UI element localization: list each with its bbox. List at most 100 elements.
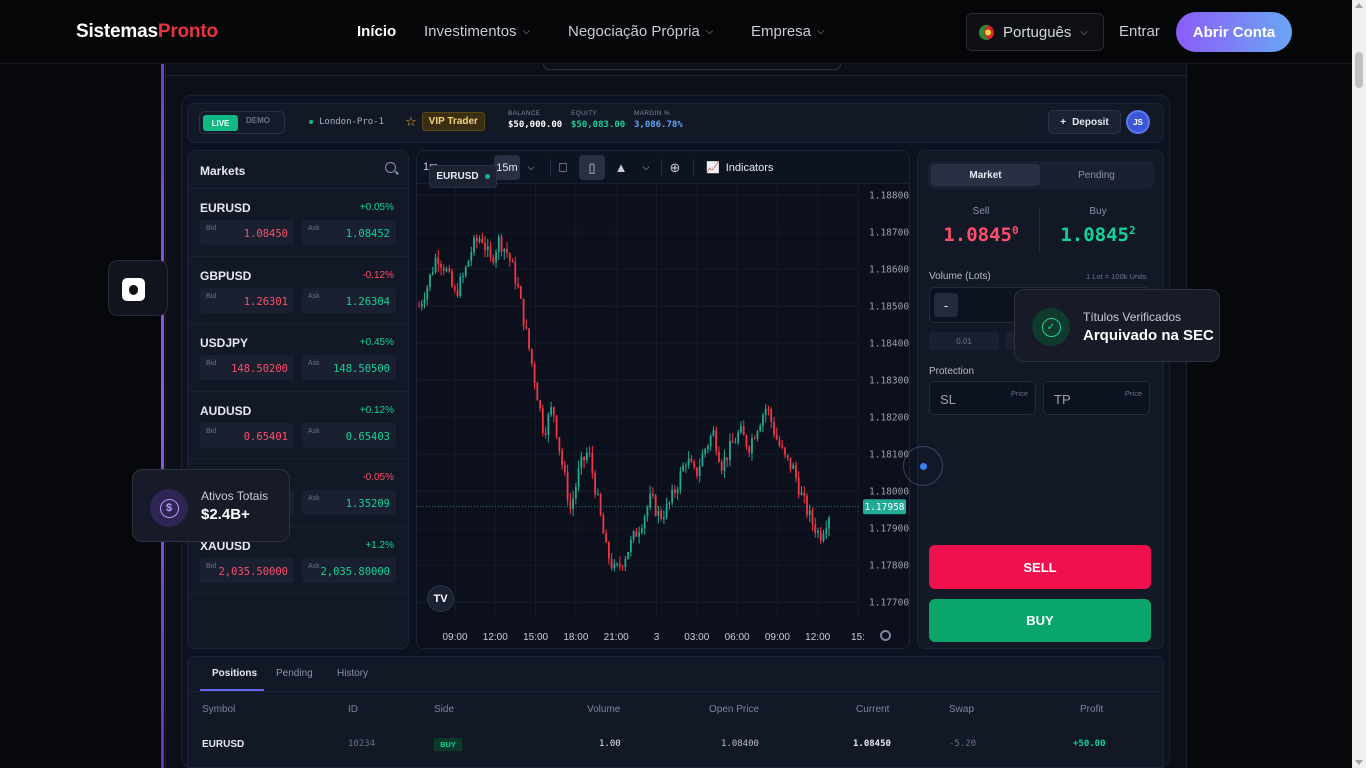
tab-positions[interactable]: Positions bbox=[212, 668, 257, 679]
ask-box[interactable]: Ask 0.65403 bbox=[302, 422, 396, 448]
y-tick-label: 1.18600 bbox=[869, 265, 909, 276]
candle-body bbox=[800, 492, 803, 495]
candle-body bbox=[773, 421, 775, 435]
logo[interactable]: SistemasPronto bbox=[76, 21, 218, 43]
candle-body bbox=[720, 461, 723, 471]
chevron-down-icon[interactable]: ⌵ bbox=[633, 155, 659, 180]
ask-box[interactable]: Ask 148.50500 bbox=[302, 355, 396, 380]
volume-preset-0.01[interactable]: 0.01 bbox=[929, 332, 999, 350]
ask-box[interactable]: Ask 1.08452 bbox=[302, 220, 396, 245]
scroll-thumb[interactable] bbox=[1355, 52, 1363, 88]
nav-negociacao[interactable]: Negociação Própria ⌵ bbox=[568, 23, 713, 40]
tab-pending-orders[interactable]: Pending bbox=[276, 668, 313, 679]
candle-body bbox=[500, 236, 503, 252]
apple-asset-card bbox=[108, 260, 168, 316]
x-tick-label: 12:00 bbox=[805, 632, 830, 643]
candlestick-plot[interactable]: 1.18800 1.18700 1.18600 1.18500 1.18400 1.183… bbox=[417, 184, 910, 649]
x-tick-label: 09:00 bbox=[442, 632, 467, 643]
col-symbol: Symbol bbox=[202, 704, 236, 715]
list-item[interactable]: USDJPY +0.45% Bid 148.50200 Ask 148.50500 bbox=[188, 324, 408, 392]
chevron-down-icon[interactable]: ⌵ bbox=[518, 155, 544, 180]
nav-empresa[interactable]: Empresa ⌵ bbox=[751, 23, 825, 40]
candle-body bbox=[751, 438, 753, 454]
total-assets-card: $ Ativos Totais $2.4B+ bbox=[132, 469, 290, 542]
scroll-down-icon[interactable] bbox=[1355, 760, 1363, 765]
buy-button[interactable]: BUY bbox=[929, 599, 1151, 642]
nav-inicio[interactable]: Início bbox=[357, 23, 396, 40]
candle-body bbox=[704, 449, 707, 454]
candle-body bbox=[508, 253, 511, 261]
list-item[interactable]: EURUSD +0.05% Bid 1.08450 Ask 1.08452 bbox=[188, 189, 408, 257]
candle-body bbox=[506, 248, 508, 254]
ask-box[interactable]: Ask 1.35209 bbox=[302, 490, 396, 515]
col-volume: Volume bbox=[587, 704, 621, 715]
live-option[interactable]: LIVE bbox=[203, 115, 238, 131]
bid-box[interactable]: Bid 2,035.50000 bbox=[200, 557, 294, 583]
live-demo-toggle[interactable]: LIVE DEMO bbox=[199, 111, 285, 134]
candle-chart-icon[interactable]: ▯ bbox=[579, 155, 605, 180]
sell-quote[interactable]: Sell 1.08450 bbox=[926, 206, 1036, 246]
row-current: 1.08450 bbox=[853, 739, 891, 749]
bid-box[interactable]: Bid 1.26301 bbox=[200, 287, 294, 313]
scroll-up-icon[interactable] bbox=[1355, 3, 1363, 8]
candle-body bbox=[486, 246, 489, 251]
chevron-down-icon: ⌵ bbox=[705, 26, 714, 37]
tab-market[interactable]: Market bbox=[931, 164, 1040, 186]
stop-loss-input[interactable]: SL Price bbox=[929, 381, 1036, 415]
candle-body bbox=[682, 465, 685, 472]
candle-body bbox=[707, 445, 709, 450]
candle-body bbox=[654, 495, 657, 516]
login-link[interactable]: Entrar bbox=[1119, 23, 1160, 40]
price-chart[interactable]: 1m 15m ⌵ ⎕ ▯ ▲ ⌵ ⊕ 📈Indicators 1.188001.… bbox=[416, 150, 910, 649]
tradingview-logo-icon[interactable]: TV bbox=[427, 585, 454, 612]
search-icon[interactable] bbox=[385, 162, 396, 173]
candle-body bbox=[811, 510, 814, 525]
positions-divider bbox=[188, 691, 1163, 692]
area-chart-icon[interactable]: ▲ bbox=[608, 155, 634, 180]
market-symbol: GBPUSD bbox=[200, 268, 252, 283]
candle-body bbox=[514, 262, 517, 284]
candle-body bbox=[495, 252, 497, 263]
demo-option[interactable]: DEMO bbox=[246, 116, 270, 125]
tab-history[interactable]: History bbox=[337, 668, 368, 679]
candle-body bbox=[662, 517, 665, 519]
open-account-button[interactable]: Abrir Conta bbox=[1176, 12, 1292, 52]
bid-box[interactable]: Bid 0.65401 bbox=[200, 422, 294, 448]
star-icon: ☆ bbox=[405, 113, 417, 129]
nav-investimentos[interactable]: Investimentos ⌵ bbox=[424, 23, 530, 40]
page-scrollbar[interactable] bbox=[1352, 0, 1366, 768]
bid-box[interactable]: Bid 148.50200 bbox=[200, 355, 294, 380]
gear-icon[interactable] bbox=[880, 630, 891, 641]
timeframe-15m[interactable]: 15m bbox=[494, 155, 520, 180]
buy-quote[interactable]: Buy 1.08452 bbox=[1043, 206, 1153, 246]
dollar-icon: $ bbox=[150, 489, 188, 527]
take-profit-input[interactable]: TP Price bbox=[1043, 381, 1150, 415]
x-tick-label: 18:00 bbox=[563, 632, 588, 643]
decrease-volume-button[interactable]: - bbox=[934, 293, 958, 317]
row-open-price: 1.08400 bbox=[721, 739, 759, 749]
candle-body bbox=[431, 272, 434, 275]
ask-box[interactable]: Ask 2,035.80000 bbox=[302, 557, 396, 583]
tab-pending[interactable]: Pending bbox=[1042, 164, 1151, 186]
candle-body bbox=[806, 495, 808, 515]
plus-circle-icon[interactable]: ⊕ bbox=[662, 155, 688, 180]
col-side: Side bbox=[434, 704, 455, 715]
list-item[interactable]: GBPUSD -0.12% Bid 1.26301 Ask 1.26304 bbox=[188, 257, 408, 324]
deposit-button[interactable]: + Deposit bbox=[1048, 110, 1121, 134]
y-tick-label: 1.17900 bbox=[869, 524, 909, 535]
sell-button[interactable]: SELL bbox=[929, 545, 1151, 589]
candle-body bbox=[594, 473, 597, 495]
ask-box[interactable]: Ask 1.26304 bbox=[302, 287, 396, 313]
x-tick-label: 3 bbox=[654, 632, 660, 643]
bid-box[interactable]: Bid 1.08450 bbox=[200, 220, 294, 245]
candle-body bbox=[607, 542, 610, 559]
language-select[interactable]: Português ⌵ bbox=[966, 13, 1104, 51]
y-tick-label: 1.18400 bbox=[869, 339, 909, 350]
candle-body bbox=[577, 468, 580, 487]
indicators-button[interactable]: 📈 Indicators bbox=[706, 161, 773, 175]
list-item[interactable]: AUDUSD +0.12% Bid 0.65401 Ask 0.65403 bbox=[188, 392, 408, 459]
avatar[interactable]: JS bbox=[1126, 110, 1150, 134]
candle-body bbox=[580, 456, 583, 469]
candle-body bbox=[685, 465, 687, 467]
bar-chart-icon[interactable]: ⎕ bbox=[550, 155, 576, 180]
